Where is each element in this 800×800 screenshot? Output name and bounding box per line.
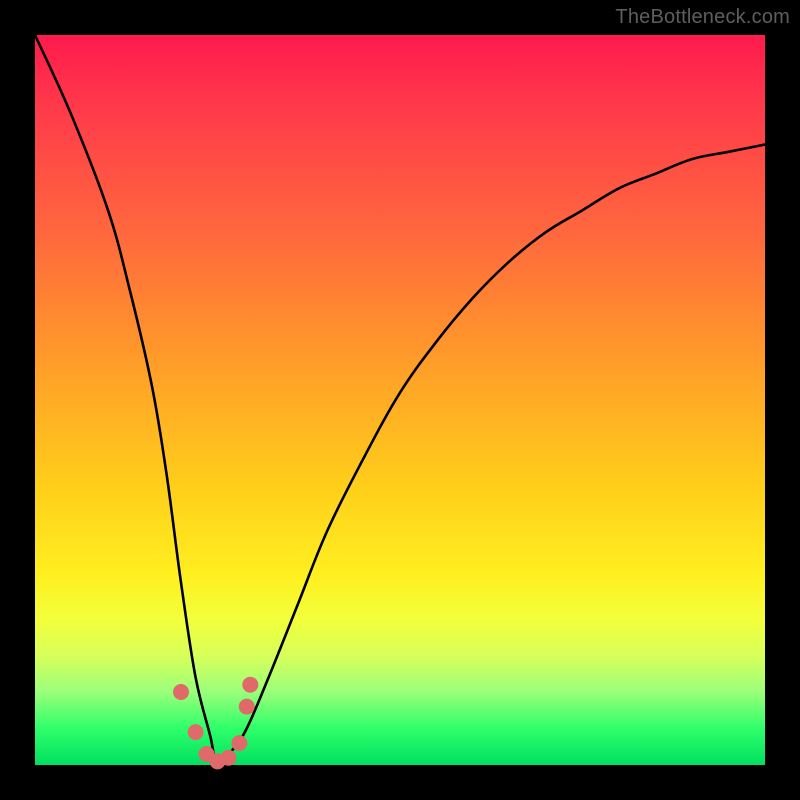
marker-dot: [173, 684, 189, 700]
curve-layer: [35, 35, 765, 765]
marker-dot: [239, 699, 255, 715]
marker-dot: [221, 750, 237, 766]
watermark-text: TheBottleneck.com: [615, 6, 790, 29]
bottleneck-curve: [35, 35, 765, 765]
plot-area: [35, 35, 765, 765]
marker-dot: [242, 677, 258, 693]
chart-frame: TheBottleneck.com: [0, 0, 800, 800]
marker-dot: [231, 735, 247, 751]
marker-dot: [188, 724, 204, 740]
highlighted-points: [173, 677, 258, 770]
